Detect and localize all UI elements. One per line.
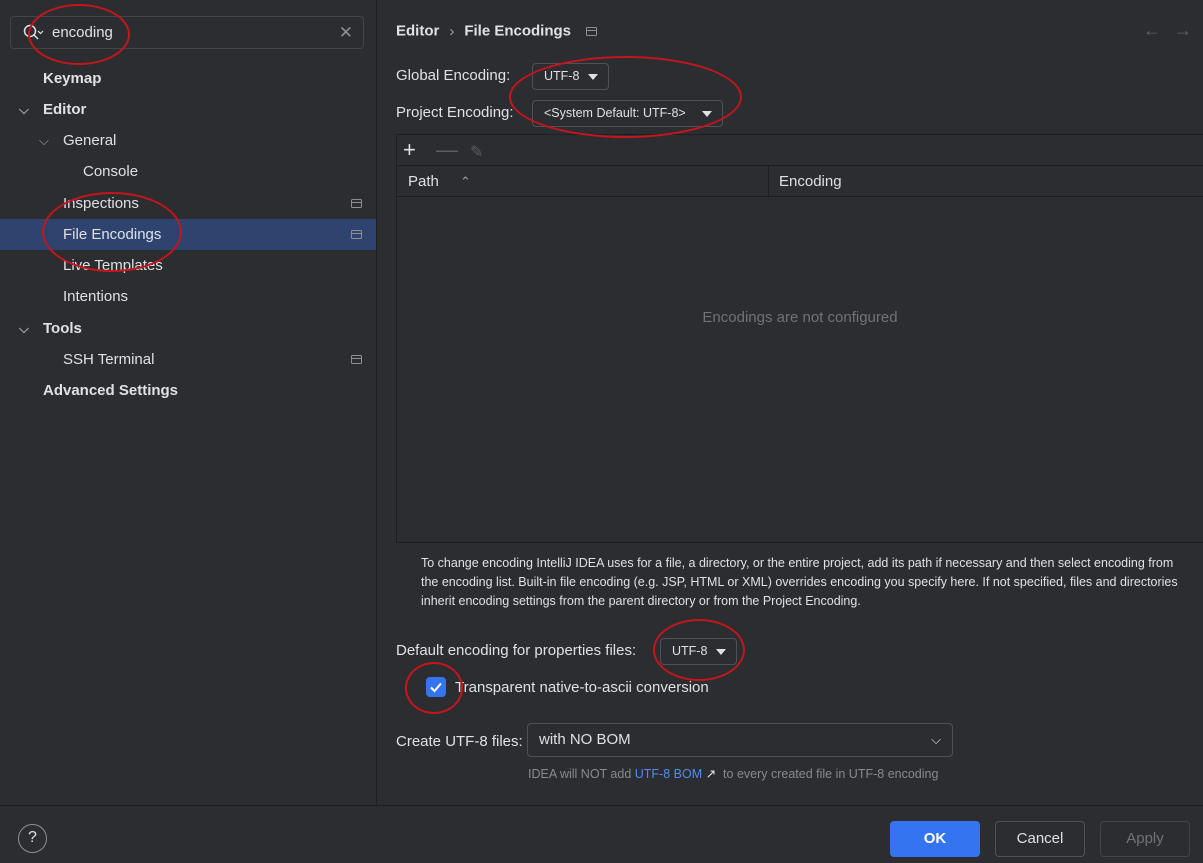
tree-item-keymap[interactable]: Keymap xyxy=(0,63,376,94)
forward-arrow-icon[interactable]: → xyxy=(1174,20,1192,41)
bom-note: IDEA will NOT add UTF-8 BOM ↗ to every c… xyxy=(528,766,938,781)
annotation-circle xyxy=(653,619,745,681)
add-icon[interactable]: + xyxy=(403,138,416,162)
tree-item-label: Advanced Settings xyxy=(43,382,179,399)
annotation-circle xyxy=(28,4,130,65)
tree-item-label: SSH Terminal xyxy=(63,351,155,368)
chevron-down-icon[interactable]: ⌵ xyxy=(19,313,29,344)
column-header-path[interactable]: Path ⌃ xyxy=(408,166,471,197)
dropdown-value: with NO BOM xyxy=(539,731,631,748)
project-scope-icon xyxy=(351,230,362,239)
tree-item-advanced-settings[interactable]: Advanced Settings xyxy=(0,375,376,406)
encoding-help-text: To change encoding IntelliJ IDEA uses fo… xyxy=(421,556,1178,608)
project-scope-icon xyxy=(351,199,362,208)
edit-icon[interactable]: ✎ xyxy=(470,141,483,165)
annotation-circle xyxy=(509,56,742,138)
native-to-ascii-label[interactable]: Transparent native-to-ascii conversion xyxy=(455,679,709,696)
tree-item-tools[interactable]: ⌵ Tools xyxy=(0,313,376,344)
tree-item-general[interactable]: ⌵ General xyxy=(0,125,376,156)
remove-icon[interactable]: — xyxy=(436,138,458,162)
column-header-encoding[interactable]: Encoding xyxy=(779,166,842,197)
bom-note-suffix: to every created file in UTF-8 encoding xyxy=(723,767,939,781)
cancel-button[interactable]: Cancel xyxy=(995,821,1085,857)
annotation-circle xyxy=(405,662,463,714)
tree-item-label: General xyxy=(63,132,117,149)
dialog-footer: ? OK Cancel Apply xyxy=(0,805,1203,863)
global-encoding-label: Global Encoding: xyxy=(396,67,511,84)
table-empty-message: Encodings are not configured xyxy=(702,309,898,326)
tree-item-label: Tools xyxy=(43,320,82,337)
tree-item-editor[interactable]: ⌵ Editor xyxy=(0,94,376,125)
utf8-bom-link[interactable]: UTF-8 BOM ↗ xyxy=(635,767,716,781)
tree-item-console[interactable]: Console xyxy=(0,156,376,187)
project-encoding-label: Project Encoding: xyxy=(396,104,514,121)
external-link-icon: ↗ xyxy=(705,767,717,781)
sort-ascending-icon: ⌃ xyxy=(460,174,471,189)
breadcrumb-current: File Encodings xyxy=(464,22,572,40)
tree-item-intentions[interactable]: Intentions xyxy=(0,281,376,312)
breadcrumb-separator-icon: › xyxy=(449,22,455,40)
project-scope-icon xyxy=(586,26,598,36)
apply-button[interactable]: Apply xyxy=(1100,821,1190,857)
back-arrow-icon[interactable]: ← xyxy=(1143,20,1161,41)
breadcrumb-parent[interactable]: Editor xyxy=(396,23,439,40)
link-text: UTF-8 BOM xyxy=(634,767,703,781)
project-scope-icon xyxy=(351,355,362,364)
column-header-label: Path xyxy=(408,173,439,190)
table-toolbar: + — ✎ xyxy=(397,135,1203,166)
chevron-down-icon[interactable]: ⌵ xyxy=(19,94,29,125)
table-header: Path ⌃ Encoding xyxy=(397,166,1203,197)
settings-content: Editor › File Encodings ← → Global Encodin… xyxy=(377,0,1203,805)
ok-button[interactable]: OK xyxy=(890,821,980,857)
help-icon[interactable]: ? xyxy=(18,824,47,853)
properties-encoding-label: Default encoding for properties files: xyxy=(396,642,637,659)
create-utf8-label: Create UTF-8 files: xyxy=(396,733,523,750)
bom-note-prefix: IDEA will NOT add xyxy=(528,767,632,781)
tree-item-label: Console xyxy=(83,163,139,180)
column-divider xyxy=(768,166,769,197)
encoding-mappings-table: + — ✎ Path ⌃ Encoding Encodings are not … xyxy=(396,134,1203,543)
annotation-circle xyxy=(42,192,182,272)
clear-icon[interactable]: ✕ xyxy=(339,23,353,43)
tree-item-ssh-terminal[interactable]: SSH Terminal xyxy=(0,344,376,375)
chevron-down-icon: ⌵ xyxy=(931,732,941,747)
chevron-down-icon[interactable]: ⌵ xyxy=(39,125,49,156)
create-utf8-dropdown[interactable]: with NO BOM ⌵ xyxy=(527,723,953,757)
tree-item-label: Keymap xyxy=(43,70,102,87)
tree-item-label: Intentions xyxy=(63,288,129,305)
settings-sidebar: encoding ✕ Keymap ⌵ Editor ⌵ General Con… xyxy=(0,0,376,805)
breadcrumb: Editor › File Encodings xyxy=(396,22,598,40)
tree-item-label: Editor xyxy=(43,101,87,118)
